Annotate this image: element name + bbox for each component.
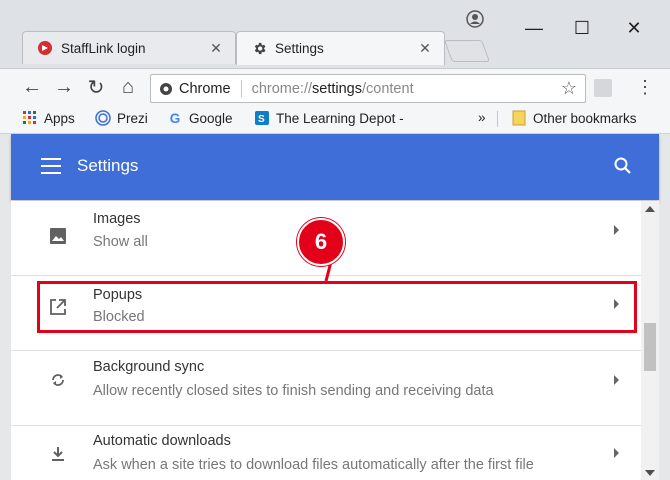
vertical-scrollbar[interactable] — [641, 201, 659, 480]
bookmark-label: Apps — [44, 110, 75, 126]
close-tab-icon[interactable]: ✕ — [416, 40, 434, 57]
address-bar[interactable]: Chrome chrome://settings/content ☆ — [150, 74, 586, 103]
scroll-down-arrow-icon[interactable] — [645, 470, 655, 476]
popups-highlight-box — [37, 281, 637, 333]
hamburger-menu-icon[interactable] — [41, 158, 61, 174]
tab-stafflink[interactable]: StaffLink login ✕ — [22, 31, 236, 64]
bookmark-star-icon[interactable]: ☆ — [561, 78, 577, 99]
bookmark-label: Google — [189, 110, 233, 126]
row-title: Images — [93, 211, 141, 227]
bookmarks-bar: Apps Prezi G Google S The Learning Depot… — [0, 105, 670, 134]
sharepoint-icon: S — [254, 110, 270, 126]
home-icon[interactable]: ⌂ — [116, 76, 140, 98]
page-gutter-left — [0, 134, 11, 480]
new-tab-button[interactable] — [443, 40, 491, 62]
back-arrow-icon[interactable]: ← — [20, 76, 44, 98]
row-subtitle: Allow recently closed sites to finish se… — [93, 383, 494, 399]
close-window-button[interactable]: ✕ — [614, 14, 654, 42]
url-host: settings — [312, 80, 362, 97]
row-subtitle: Ask when a site tries to download files … — [93, 457, 534, 473]
chrome-menu-icon[interactable]: ⋮ — [636, 77, 654, 97]
row-subtitle: Show all — [93, 234, 148, 250]
close-tab-icon[interactable]: ✕ — [207, 40, 225, 57]
tab-label: StaffLink login — [61, 40, 146, 56]
scrollbar-thumb[interactable] — [644, 323, 656, 371]
list-item-automatic-downloads[interactable]: Automatic downloads Ask when a site trie… — [11, 426, 641, 480]
image-icon — [47, 225, 69, 247]
minimize-button[interactable]: — — [514, 14, 554, 42]
page-gutter-right — [659, 134, 670, 480]
search-icon[interactable] — [613, 156, 633, 176]
page-title: Settings — [77, 156, 139, 175]
row-title: Automatic downloads — [93, 433, 231, 449]
reload-icon[interactable]: ↻ — [84, 76, 108, 99]
bookmark-google[interactable]: G Google — [167, 110, 233, 126]
google-icon: G — [169, 110, 181, 126]
list-item-background-sync[interactable]: Background sync Allow recently closed si… — [11, 351, 641, 426]
browser-toolbar: ← → ↻ ⌂ Chrome chrome://settings/content… — [0, 68, 670, 105]
bookmark-label: Prezi — [117, 110, 148, 126]
maximize-button[interactable]: ☐ — [562, 14, 602, 42]
prezi-icon — [95, 110, 111, 126]
chevron-right-icon — [614, 375, 619, 385]
bookmarks-overflow-button[interactable]: » — [478, 110, 486, 125]
bookmark-prezi[interactable]: Prezi — [95, 110, 148, 126]
browser-title-bar: StaffLink login ✕ Settings ✕ — ☐ ✕ — [0, 0, 670, 68]
forward-arrow-icon[interactable]: → — [52, 76, 76, 98]
tab-label: Settings — [275, 41, 324, 56]
other-bookmarks[interactable]: Other bookmarks — [511, 110, 637, 126]
folder-icon — [511, 110, 527, 126]
chevron-right-icon — [614, 448, 619, 458]
extension-icon[interactable] — [594, 79, 612, 97]
sync-icon — [47, 369, 69, 391]
bookmark-learning-depot[interactable]: S The Learning Depot - — [254, 110, 404, 126]
profile-icon[interactable] — [466, 10, 484, 28]
apps-grid-icon — [22, 110, 38, 126]
stafflink-logo-icon — [37, 40, 53, 56]
chrome-security-chip[interactable]: Chrome — [159, 81, 231, 97]
gear-icon — [251, 41, 267, 57]
step-callout-badge: 6 — [297, 218, 345, 266]
download-icon — [47, 443, 69, 465]
url-text: chrome://settings/content — [252, 81, 414, 97]
bookmark-label: The Learning Depot - — [276, 110, 404, 126]
bookmark-label: Other bookmarks — [533, 110, 637, 126]
url-prefix: chrome:// — [251, 80, 313, 97]
svg-text:S: S — [258, 114, 265, 125]
divider — [497, 111, 498, 127]
url-path: /content — [362, 80, 414, 97]
scroll-up-arrow-icon[interactable] — [645, 206, 655, 212]
tab-settings[interactable]: Settings ✕ — [236, 31, 445, 65]
overflow-chevron-icon: » — [478, 110, 486, 125]
row-title: Background sync — [93, 359, 205, 375]
divider — [240, 80, 242, 97]
settings-header: Settings — [11, 134, 659, 200]
chip-label: Chrome — [179, 80, 231, 97]
bookmark-apps[interactable]: Apps — [22, 110, 75, 126]
chevron-right-icon — [614, 225, 619, 235]
chrome-logo-icon — [160, 82, 172, 95]
